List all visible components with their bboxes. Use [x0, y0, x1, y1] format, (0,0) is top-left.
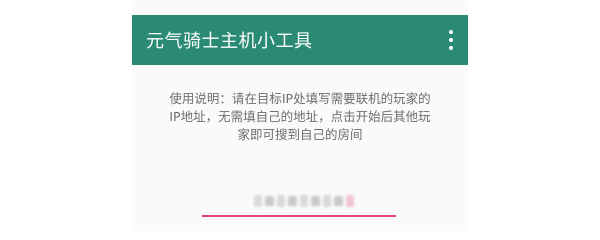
instructions-text: 使用说明：请在目标IP处填写需要联机的玩家的 IP地址，无需填自己的地址，点击开… — [150, 90, 450, 144]
input-underline — [202, 215, 396, 217]
blurred-ip-value — [254, 194, 354, 208]
instructions-line-1: 使用说明：请在目标IP处填写需要联机的玩家的 — [169, 91, 431, 106]
target-ip-field-area — [202, 188, 396, 218]
app-bar: 元气骑士主机小工具 — [132, 15, 468, 65]
app-title: 元气骑士主机小工具 — [146, 31, 313, 52]
more-vert-icon[interactable] — [446, 30, 456, 50]
instructions-line-3: 家即可搜到自己的房间 — [237, 127, 363, 142]
app-screen: 元气骑士主机小工具 使用说明：请在目标IP处填写需要联机的玩家的 IP地址，无需… — [132, 0, 468, 231]
instructions-line-2: IP地址，无需填自己的地址，点击开始后其他玩 — [169, 109, 431, 124]
